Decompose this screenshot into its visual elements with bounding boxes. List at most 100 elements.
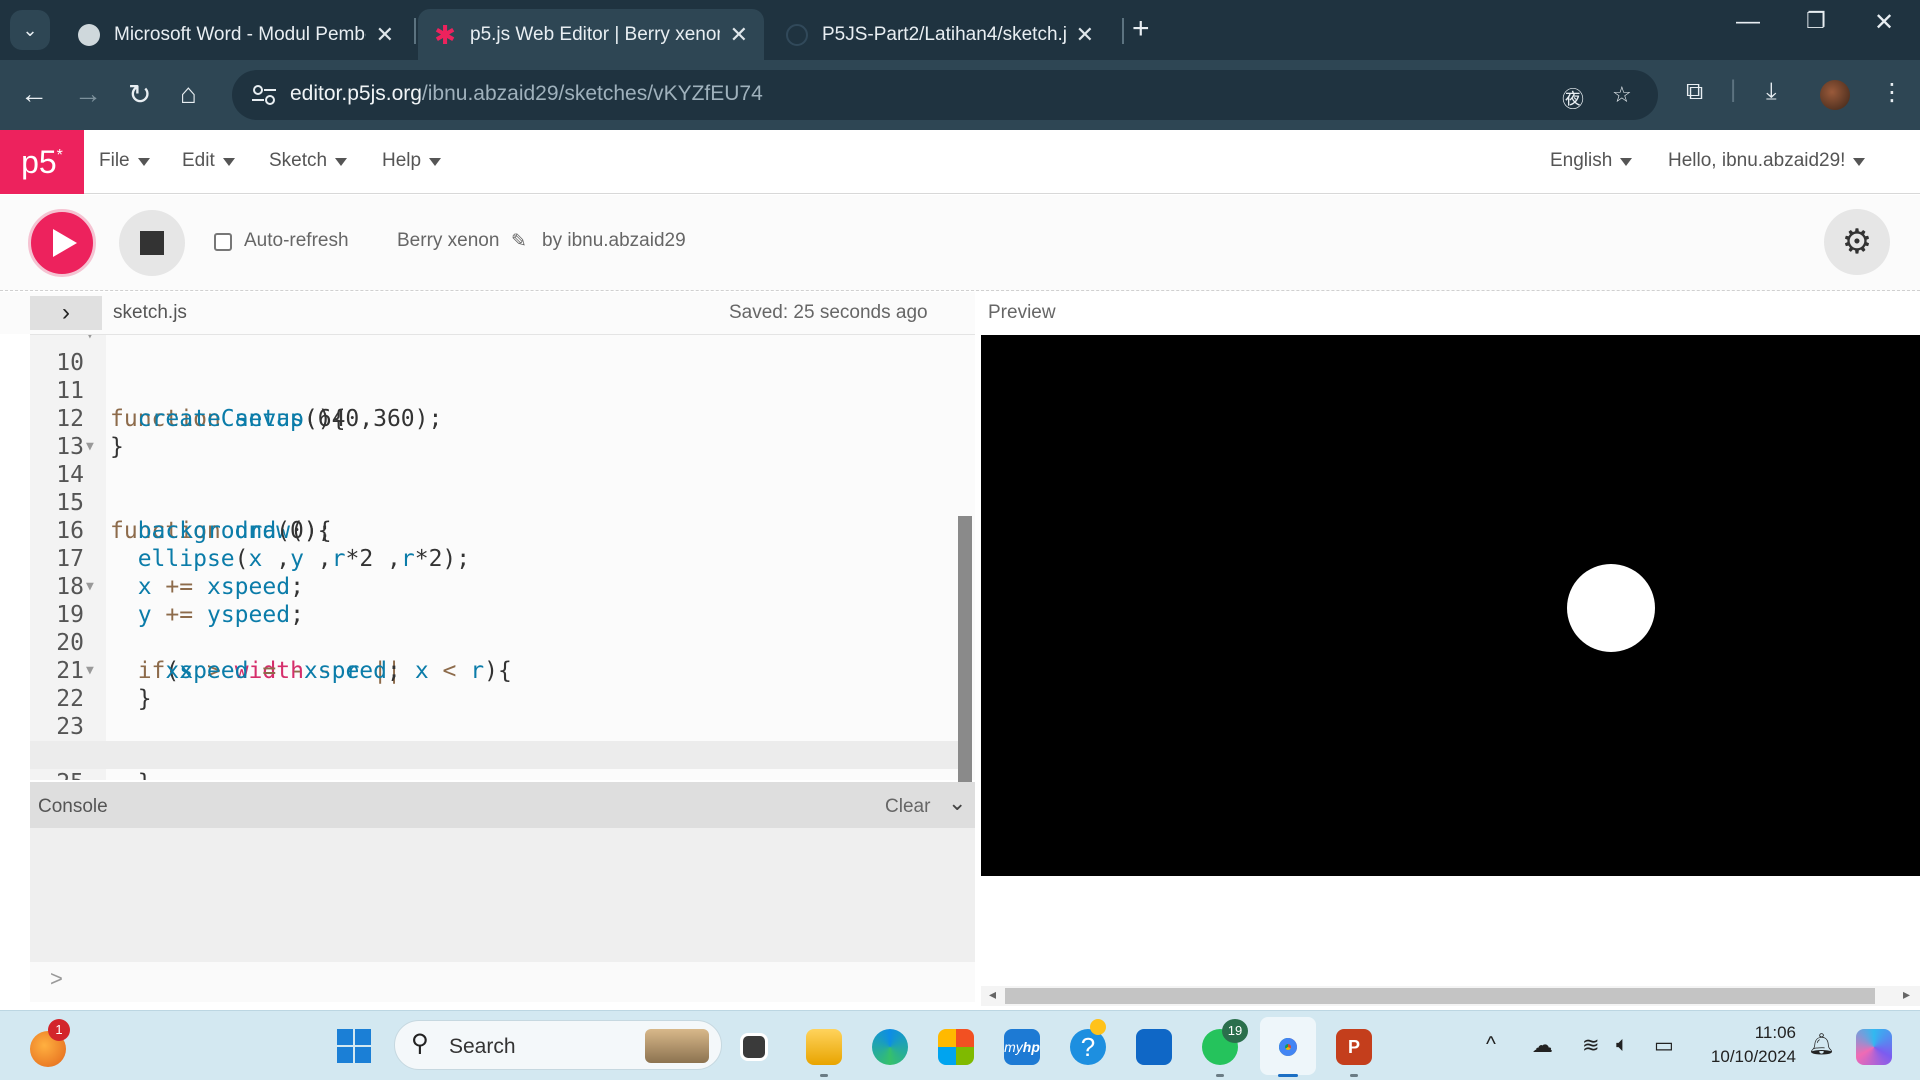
- code-line[interactable]: 12 }: [30, 377, 965, 460]
- user-menu[interactable]: Hello, ibnu.abzaid29!: [1668, 150, 1866, 172]
- close-icon[interactable]: ✕: [1076, 22, 1094, 48]
- battery-icon[interactable]: ▭: [1654, 1033, 1674, 1058]
- search-placeholder: Search: [449, 1035, 516, 1058]
- preview-horizontal-scrollbar[interactable]: ◂ ▸: [981, 986, 1920, 1006]
- console-output: [30, 828, 975, 962]
- scrollbar-thumb[interactable]: [1005, 988, 1875, 1004]
- console-clear-button[interactable]: Clear: [885, 796, 930, 818]
- profile-avatar[interactable]: [1820, 80, 1850, 110]
- code-line[interactable]: 14 ▼ function draw(){: [30, 433, 965, 544]
- address-bar[interactable]: editor.p5js.org/ibnu.abzaid29/sketches/v…: [232, 70, 1658, 120]
- tab-github[interactable]: P5JS-Part2/Latihan4/sketch.js at ✕: [770, 9, 1110, 60]
- translate-icon[interactable]: ㊰: [1562, 82, 1584, 114]
- code-line[interactable]: 16 ellipse(x ,y ,r*2 ,r*2);: [30, 489, 965, 572]
- code-line-active[interactable]: 25 }: [30, 741, 965, 780]
- auto-refresh-checkbox[interactable]: [214, 233, 232, 251]
- ms-store-icon[interactable]: [938, 1029, 974, 1065]
- sidebar-toggle-button[interactable]: ›: [30, 296, 102, 330]
- more-menu-icon[interactable]: ⋮: [1880, 78, 1904, 107]
- url-host: editor.p5js.org: [290, 82, 422, 105]
- console-header: Console Clear ⌄: [30, 782, 975, 828]
- browser-tab-strip: ⌄ Microsoft Word - Modul Pembe ✕ ✱ p5.js…: [0, 0, 1920, 60]
- fold-arrow-icon[interactable]: ▼: [86, 335, 94, 349]
- chrome-icon[interactable]: [1270, 1029, 1306, 1065]
- tab-p5-editor[interactable]: ✱ p5.js Web Editor | Berry xenon ✕: [418, 9, 764, 60]
- site-settings-icon[interactable]: [250, 83, 278, 107]
- windows-taskbar: 1 ⚲ Search myhp ? 19 P ^ ☁ ≋ 🔈︎ ▭ 11:06 …: [0, 1010, 1920, 1080]
- windows-start-icon[interactable]: [336, 1028, 372, 1064]
- menu-file[interactable]: File: [99, 150, 150, 172]
- window-close-icon[interactable]: ✕: [1874, 8, 1894, 37]
- back-icon[interactable]: ←: [20, 78, 48, 110]
- onedrive-icon[interactable]: ☁: [1532, 1033, 1553, 1058]
- stop-icon: [140, 231, 164, 255]
- code-line[interactable]: 19 ▼ if(x > width - r || x < r){: [30, 573, 965, 684]
- copilot-icon[interactable]: [1856, 1029, 1892, 1065]
- preview-canvas[interactable]: [981, 335, 1920, 876]
- code-line[interactable]: 20 xspeed = -xspeed;: [30, 601, 965, 684]
- download-icon[interactable]: ⤓: [1766, 78, 1777, 106]
- system-clock[interactable]: 11:06 10/10/2024: [1700, 1021, 1796, 1069]
- fold-arrow-icon[interactable]: ▼: [86, 657, 94, 685]
- console-input[interactable]: >: [30, 962, 975, 1002]
- tab-search-button[interactable]: ⌄: [10, 10, 50, 50]
- code-line[interactable]: 22 ▼ if(y<height-r||y<r){: [30, 657, 965, 768]
- fold-arrow-icon[interactable]: ▼: [86, 433, 94, 461]
- tab-word[interactable]: Microsoft Word - Modul Pembe ✕: [62, 9, 410, 60]
- volume-icon[interactable]: 🔈︎: [1616, 1033, 1629, 1057]
- new-tab-button[interactable]: +: [1132, 12, 1150, 46]
- sketch-name[interactable]: Berry xenon: [397, 230, 499, 252]
- file-explorer-icon[interactable]: [806, 1029, 842, 1065]
- auto-refresh-label: Auto-refresh: [244, 230, 349, 251]
- code-line[interactable]: 10 ▼ function setup(){: [30, 335, 965, 432]
- menu-label: Edit: [182, 150, 215, 171]
- chevron-up-icon[interactable]: ^: [1486, 1033, 1496, 1057]
- fold-arrow-icon[interactable]: ▼: [86, 573, 94, 601]
- chevron-down-icon[interactable]: ⌄: [948, 790, 966, 816]
- code-line[interactable]: 18 y += yspeed;: [30, 545, 965, 628]
- tab-title: P5JS-Part2/Latihan4/sketch.js at: [822, 23, 1066, 45]
- code-line[interactable]: 13: [30, 405, 965, 460]
- code-line[interactable]: 23 yspeed= -yspeed;: [30, 685, 965, 768]
- code-line[interactable]: 24 }: [30, 713, 965, 780]
- code-line[interactable]: 17 x += xspeed;: [30, 517, 965, 600]
- settings-button[interactable]: ⚙: [1824, 209, 1890, 275]
- close-icon[interactable]: ✕: [730, 22, 748, 48]
- notification-badge: 1: [48, 1019, 70, 1041]
- reload-icon[interactable]: ↻: [128, 78, 151, 111]
- close-icon[interactable]: ✕: [376, 22, 394, 48]
- code-line[interactable]: 21 }: [30, 629, 965, 712]
- menu-edit[interactable]: Edit: [182, 150, 235, 172]
- myhp-icon[interactable]: myhp: [1004, 1029, 1040, 1065]
- sketch-owner[interactable]: by ibnu.abzaid29: [542, 230, 686, 252]
- code-line[interactable]: 15 background(0);: [30, 461, 965, 544]
- scroll-right-icon[interactable]: ▸: [1903, 986, 1910, 1003]
- restore-icon[interactable]: ❐: [1806, 8, 1826, 34]
- wifi-icon[interactable]: ≋: [1582, 1033, 1600, 1058]
- powerpoint-icon[interactable]: P: [1336, 1029, 1372, 1065]
- chevron-right-icon: ›: [62, 299, 70, 326]
- forward-icon[interactable]: →: [74, 78, 102, 110]
- taskbar-search-box[interactable]: ⚲ Search: [394, 1020, 722, 1070]
- play-button[interactable]: [28, 209, 96, 277]
- extensions-icon[interactable]: ⧉: [1686, 78, 1703, 106]
- outlook-new-icon[interactable]: [1136, 1029, 1172, 1065]
- minimize-icon[interactable]: —: [1736, 8, 1760, 36]
- home-icon[interactable]: ⌂: [180, 78, 197, 110]
- menu-help[interactable]: Help: [382, 150, 442, 172]
- pencil-icon[interactable]: ✎: [511, 230, 527, 253]
- menu-label: Sketch: [269, 150, 328, 171]
- code-editor[interactable]: 10 ▼ function setup(){ 11 createCanvas(6…: [30, 334, 975, 780]
- language-menu[interactable]: English: [1550, 150, 1633, 172]
- editor-scrollbar[interactable]: [958, 516, 972, 782]
- running-indicator: [1216, 1074, 1224, 1077]
- menu-sketch[interactable]: Sketch: [269, 150, 348, 172]
- scroll-left-icon[interactable]: ◂: [989, 986, 996, 1003]
- bookmark-star-icon[interactable]: ☆: [1612, 82, 1632, 108]
- bell-icon[interactable]: 🔔︎: [1808, 1033, 1835, 1057]
- edge-icon[interactable]: [872, 1029, 908, 1065]
- p5-logo[interactable]: p5 *: [0, 130, 84, 194]
- task-view-icon[interactable]: [740, 1033, 768, 1061]
- stop-button[interactable]: [119, 210, 185, 276]
- code-line[interactable]: 11 createCanvas(640,360);: [30, 349, 965, 432]
